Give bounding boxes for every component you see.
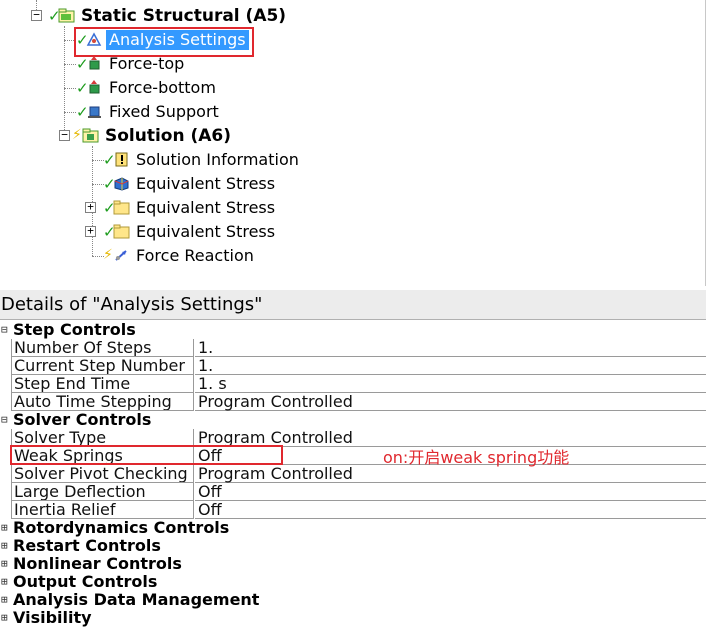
section-label: Output Controls	[13, 572, 158, 591]
tree-node-static-structural[interactable]: ✓ Static Structural (A5)	[48, 4, 289, 28]
tree-node-force-bottom[interactable]: ✓ Force-bottom	[76, 76, 219, 100]
tree-connector	[64, 26, 65, 136]
section-analysis-data-management[interactable]: ⊞ Analysis Data Management	[0, 591, 706, 609]
property-row-step-end-time[interactable]: Step End Time 1. s	[0, 375, 706, 393]
section-nonlinear-controls[interactable]: ⊞ Nonlinear Controls	[0, 555, 706, 573]
tree-connector	[64, 88, 76, 89]
folder-icon: ✓	[103, 222, 133, 242]
property-name: Step End Time	[11, 375, 194, 393]
expand-icon[interactable]: ⊞	[1, 612, 9, 623]
property-row-number-of-steps[interactable]: Number Of Steps 1.	[0, 339, 706, 357]
property-value[interactable]: 1.	[195, 357, 706, 375]
section-restart-controls[interactable]: ⊞ Restart Controls	[0, 537, 706, 555]
property-value[interactable]: Program Controlled	[195, 393, 706, 411]
property-name: Large Deflection	[11, 483, 194, 501]
tree-node-solution-information[interactable]: ✓ Solution Information	[103, 148, 302, 172]
folder-icon: ✓	[103, 198, 133, 218]
section-output-controls[interactable]: ⊞ Output Controls	[0, 573, 706, 591]
tree-node-label: Solution (A6)	[105, 126, 232, 146]
force-icon: ✓	[76, 78, 106, 98]
expand-toggle-equivalent-stress-2[interactable]: +	[85, 201, 96, 213]
tree-node-equivalent-stress-1[interactable]: ✓ Equivalent Stress	[103, 172, 278, 196]
expand-toggle-equivalent-stress-3[interactable]: +	[85, 225, 96, 237]
tree-connector	[64, 64, 76, 65]
solution-information-icon: ✓	[103, 150, 133, 170]
tree-node-fixed-support[interactable]: ✓ Fixed Support	[76, 100, 222, 124]
highlight-box-weak-springs	[10, 445, 283, 465]
expand-icon[interactable]: ⊞	[1, 594, 9, 605]
section-step-controls[interactable]: ⊟ Step Controls	[0, 321, 706, 339]
lightning-icon: ⚡	[72, 127, 82, 143]
tree-node-force-reaction[interactable]: ⚡ Force Reaction	[103, 244, 257, 268]
property-row-inertia-relief[interactable]: Inertia Relief Off	[0, 501, 706, 519]
section-label: Step Controls	[13, 320, 136, 339]
section-rotordynamics-controls[interactable]: ⊞ Rotordynamics Controls	[0, 519, 706, 537]
expand-icon[interactable]: ⊞	[1, 576, 9, 587]
collapse-icon[interactable]: ⊟	[1, 414, 9, 425]
fixed-support-icon: ✓	[76, 102, 106, 122]
tree-node-label: Fixed Support	[109, 102, 219, 121]
property-name: Inertia Relief	[11, 501, 194, 519]
collapse-toggle-static-structural[interactable]: −	[31, 9, 42, 21]
tree-node-label: Static Structural (A5)	[81, 6, 287, 26]
collapse-icon[interactable]: ⊟	[1, 324, 9, 335]
tree-node-label: Force-top	[109, 54, 185, 73]
section-label: Analysis Data Management	[13, 590, 260, 609]
section-label: Nonlinear Controls	[13, 554, 182, 573]
expand-icon[interactable]: ⊞	[1, 540, 9, 551]
static-structural-icon: ✓	[48, 6, 78, 26]
tree-node-label: Equivalent Stress	[136, 222, 276, 241]
annotation-note: on:开启weak spring功能	[383, 448, 570, 467]
collapse-toggle-solution[interactable]: −	[59, 129, 70, 141]
section-visibility[interactable]: ⊞ Visibility	[0, 609, 706, 627]
force-icon: ✓	[76, 54, 106, 74]
tree-node-force-top[interactable]: ✓ Force-top	[76, 52, 187, 76]
tree-node-equivalent-stress-3[interactable]: ✓ Equivalent Stress	[103, 220, 278, 244]
equivalent-stress-icon: ✓	[103, 174, 133, 194]
tree-node-label: Solution Information	[136, 150, 299, 169]
property-name: Current Step Number	[11, 357, 194, 375]
outline-tree: − − + + ✓ Static Structural (A5) ✓ Analy…	[0, 0, 706, 286]
details-title: Details of "Analysis Settings"	[0, 290, 706, 320]
tree-node-equivalent-stress-2[interactable]: ✓ Equivalent Stress	[103, 196, 278, 220]
force-reaction-icon: ⚡	[103, 246, 133, 266]
tree-node-label: Equivalent Stress	[136, 174, 276, 193]
section-label: Rotordynamics Controls	[13, 518, 230, 537]
property-row-solver-pivot-checking[interactable]: Solver Pivot Checking Program Controlled	[0, 465, 706, 483]
property-name: Solver Pivot Checking	[11, 465, 194, 483]
expand-icon[interactable]: ⊞	[1, 522, 9, 533]
property-value[interactable]: 1. s	[195, 375, 706, 393]
property-row-auto-time-stepping[interactable]: Auto Time Stepping Program Controlled	[0, 393, 706, 411]
section-label: Solver Controls	[13, 410, 152, 429]
tree-node-solution[interactable]: ⚡ Solution (A6)	[72, 124, 234, 148]
section-label: Restart Controls	[13, 536, 161, 555]
lightning-icon: ⚡	[103, 247, 113, 263]
expand-icon[interactable]: ⊞	[1, 558, 9, 569]
property-value[interactable]: Off	[195, 483, 706, 501]
tree-node-label: Force-bottom	[109, 78, 216, 97]
solution-icon: ⚡	[72, 126, 102, 146]
property-name: Number Of Steps	[11, 339, 194, 357]
property-name: Auto Time Stepping	[11, 393, 194, 411]
tree-node-label: Force Reaction	[136, 246, 254, 265]
property-row-large-deflection[interactable]: Large Deflection Off	[0, 483, 706, 501]
property-value[interactable]: 1.	[195, 339, 706, 357]
tree-connector	[64, 112, 76, 113]
section-label: Visibility	[13, 608, 92, 627]
property-row-current-step-number[interactable]: Current Step Number 1.	[0, 357, 706, 375]
tree-node-label: Equivalent Stress	[136, 198, 276, 217]
section-solver-controls[interactable]: ⊟ Solver Controls	[0, 411, 706, 429]
property-value[interactable]: Off	[195, 501, 706, 519]
